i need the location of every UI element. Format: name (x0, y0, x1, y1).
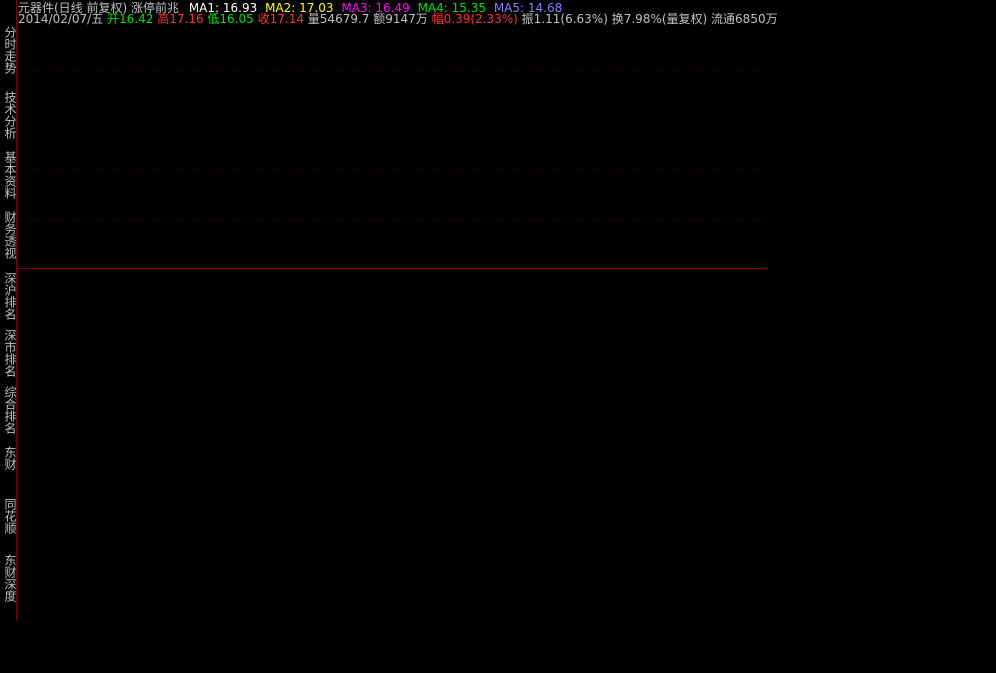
tab-intraday[interactable]: 分时走势 (0, 20, 17, 80)
tab-dongcai[interactable]: 东财 (0, 443, 17, 473)
sidebar: 分时走势 技术分析 基本资料 财务透视 深沪排名 深市排名 综合排名 东财 同花… (0, 0, 17, 620)
tab-sz-rank[interactable]: 深市排名 (0, 325, 17, 380)
tab-overall-rank[interactable]: 综合排名 (0, 382, 17, 437)
price-chart-svg (17, 69, 767, 221)
tab-basic-info[interactable]: 基本资料 (0, 145, 17, 205)
tab-dongcai-depth[interactable]: 东财深度 (0, 550, 17, 605)
tab-tonghuashun[interactable]: 同花顺 (0, 493, 17, 538)
tab-technical[interactable]: 技术分析 (0, 85, 17, 145)
tab-shsz-rank[interactable]: 深沪排名 (0, 268, 17, 323)
price-chart-panel[interactable] (17, 20, 767, 269)
tab-finance[interactable]: 财务透视 (0, 205, 17, 265)
